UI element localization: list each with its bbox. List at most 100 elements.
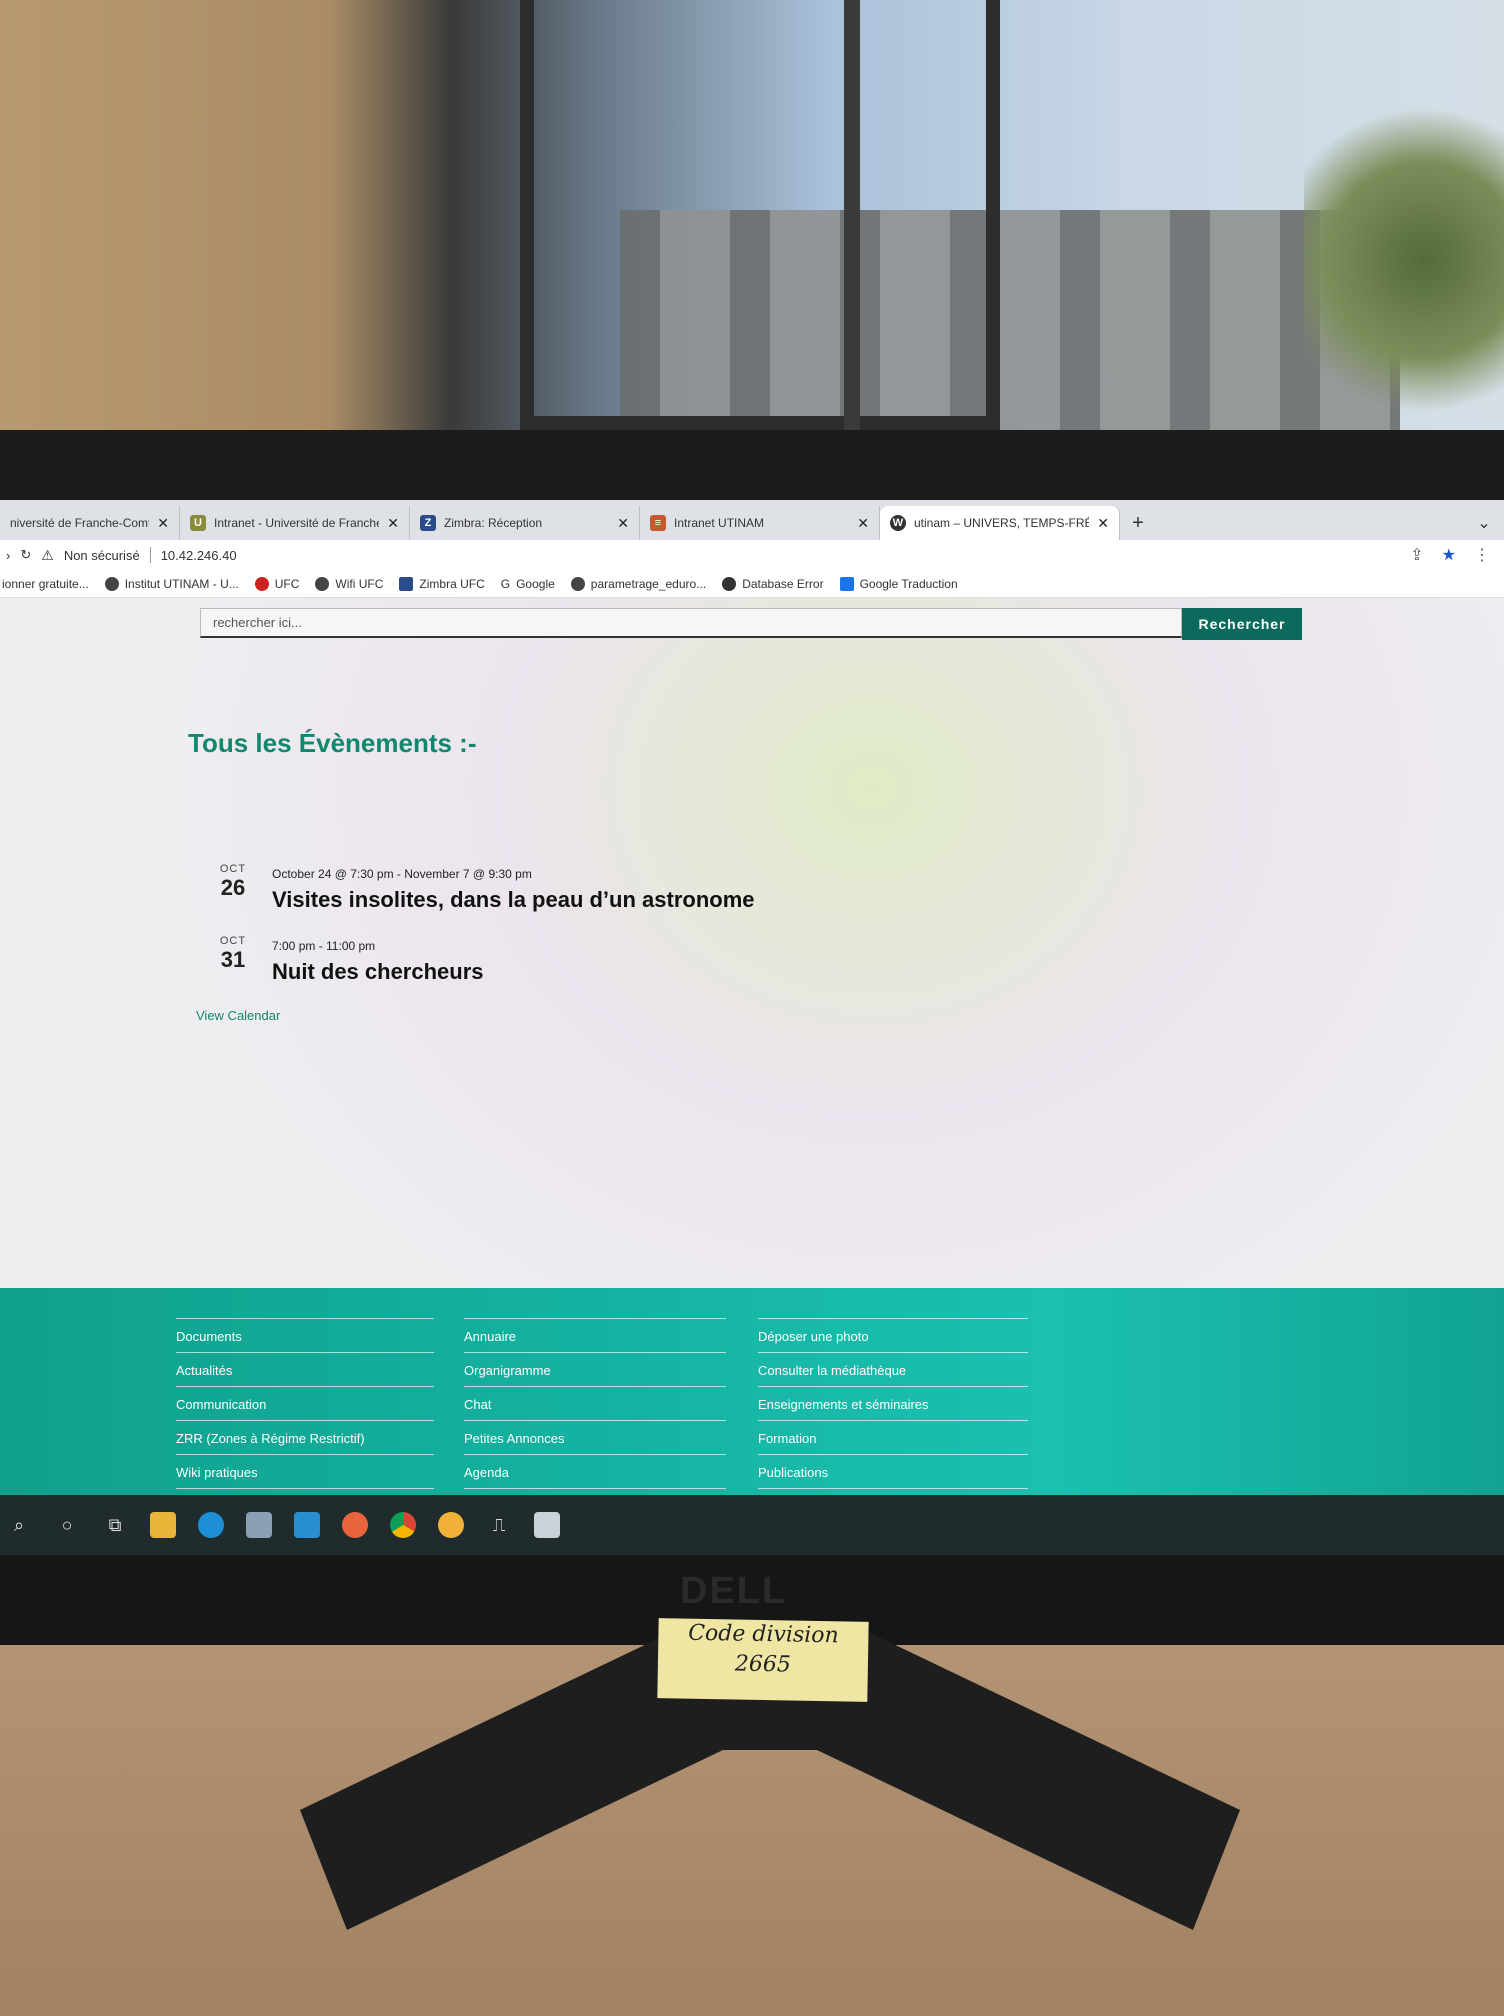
mail-icon[interactable] — [294, 1512, 320, 1538]
bookmark-item[interactable]: Zimbra UFC — [399, 576, 485, 591]
bookmarks-bar: ionner gratuite... Institut UTINAM - U..… — [0, 570, 1504, 598]
event-details: October 24 @ 7:30 pm - November 7 @ 9:30… — [272, 863, 755, 913]
url-text[interactable]: 10.42.246.40 — [161, 548, 237, 563]
sticky-note: Code division 2665 — [657, 1618, 869, 1702]
event-item[interactable]: OCT 26 October 24 @ 7:30 pm - November 7… — [216, 863, 755, 913]
z-icon — [399, 576, 414, 591]
wordpress-icon: W — [890, 515, 906, 531]
event-time: October 24 @ 7:30 pm - November 7 @ 9:30… — [272, 867, 532, 881]
event-date: OCT 31 — [216, 935, 250, 985]
bookmark-item[interactable]: UFC — [254, 576, 299, 591]
task-view-icon[interactable]: ⧉ — [102, 1512, 128, 1538]
footer-link[interactable]: Agenda — [464, 1454, 726, 1489]
close-tab-icon[interactable]: ✕ — [387, 515, 399, 532]
footer-link[interactable]: Chat — [464, 1386, 726, 1420]
reload-icon[interactable]: ↻ — [20, 547, 31, 563]
footer-link[interactable]: Annuaire — [464, 1318, 726, 1352]
u-icon: U — [190, 515, 206, 531]
event-date: OCT 26 — [216, 863, 250, 913]
firefox-icon[interactable] — [342, 1512, 368, 1538]
star-icon[interactable]: ★ — [1442, 545, 1456, 565]
event-title-link[interactable]: Nuit des chercheurs — [272, 959, 484, 985]
bookmark-item[interactable]: Google Traduction — [839, 576, 958, 591]
bookmark-label: Institut UTINAM - U... — [124, 576, 239, 591]
bookmark-item[interactable]: Database Error — [722, 576, 824, 591]
bookmark-label: Wifi UFC — [335, 576, 384, 591]
menu-icon[interactable]: ⋮ — [1474, 545, 1490, 565]
dell-logo: DELL — [680, 1570, 788, 1612]
divider — [149, 547, 151, 563]
tab-title: utinam – UNIVERS, TEMPS-FRÉQ — [914, 516, 1090, 530]
footer-column-1: Documents Actualités Communication ZRR (… — [176, 1318, 434, 1489]
web-page: Rechercher Tous les Évènements :- OCT 26… — [0, 598, 1504, 1555]
globe-icon — [570, 576, 585, 591]
notepad-icon[interactable] — [534, 1512, 560, 1538]
back-arrow-icon[interactable]: › — [6, 548, 10, 563]
footer-link[interactable]: Documents — [176, 1318, 434, 1352]
view-calendar-link[interactable]: View Calendar — [196, 1008, 280, 1023]
tab-bar: niversité de Franche-Comté | ✕ U Intrane… — [0, 500, 1504, 540]
search-button[interactable]: Rechercher — [1182, 608, 1302, 640]
search-icon[interactable]: ⌕ — [6, 1512, 32, 1538]
footer-link[interactable]: Enseignements et séminaires — [758, 1386, 1028, 1420]
close-tab-icon[interactable]: ✕ — [617, 515, 629, 532]
tab-intranet-utinam[interactable]: ≡ Intranet UTINAM ✕ — [640, 506, 880, 540]
tab-utinam-active[interactable]: W utinam – UNIVERS, TEMPS-FRÉQ ✕ — [880, 506, 1120, 540]
z-icon: Z — [420, 515, 436, 531]
event-item[interactable]: OCT 31 7:00 pm - 11:00 pm Nuit des cherc… — [216, 935, 484, 985]
close-tab-icon[interactable]: ✕ — [157, 515, 169, 532]
security-label[interactable]: Non sécurisé — [64, 548, 140, 563]
ufc-icon — [254, 576, 269, 591]
close-tab-icon[interactable]: ✕ — [1097, 515, 1109, 532]
bookmark-item[interactable]: parametrage_eduro... — [570, 576, 707, 591]
tab-zimbra[interactable]: Z Zimbra: Réception ✕ — [410, 506, 640, 540]
globe-icon — [104, 576, 119, 591]
footer-link[interactable]: Consulter la médiathèque — [758, 1352, 1028, 1386]
footer-link[interactable]: Actualités — [176, 1352, 434, 1386]
bookmark-item[interactable]: G Google — [501, 577, 555, 591]
event-month: OCT — [219, 863, 247, 875]
toolbar-actions: ⇪ ★ ⋮ — [1410, 545, 1504, 565]
bookmark-item[interactable]: Institut UTINAM - U... — [104, 576, 239, 591]
bookmark-label: Google — [516, 576, 555, 591]
network-icon[interactable]: ⎍ — [486, 1512, 512, 1538]
store-icon[interactable] — [246, 1512, 272, 1538]
tree — [1304, 80, 1504, 440]
event-title-link[interactable]: Visites insolites, dans la peau d’un ast… — [272, 887, 755, 913]
wordpress-icon — [722, 576, 737, 591]
bookmark-item[interactable]: Wifi UFC — [315, 576, 384, 591]
tab-title: Intranet - Université de Franche- — [214, 516, 380, 530]
bookmark-item[interactable]: ionner gratuite... — [2, 577, 89, 591]
chrome-canary-icon[interactable] — [438, 1512, 464, 1538]
footer-link[interactable]: Wiki pratiques — [176, 1454, 434, 1489]
footer-link[interactable]: Déposer une photo — [758, 1318, 1028, 1352]
bookmark-label: parametrage_eduro... — [590, 576, 707, 591]
footer-column-2: Annuaire Organigramme Chat Petites Annon… — [464, 1318, 726, 1489]
close-tab-icon[interactable]: ✕ — [857, 515, 869, 532]
footer-link[interactable]: Communication — [176, 1386, 434, 1420]
share-icon[interactable]: ⇪ — [1410, 545, 1423, 565]
new-tab-icon[interactable]: + — [1120, 506, 1156, 540]
chevron-down-icon[interactable]: ⌄ — [1464, 506, 1504, 540]
event-details: 7:00 pm - 11:00 pm Nuit des chercheurs — [272, 935, 484, 985]
tab-intranet[interactable]: U Intranet - Université de Franche- ✕ — [180, 506, 410, 540]
footer-link[interactable]: Publications — [758, 1454, 1028, 1489]
search-bar: Rechercher — [200, 608, 1302, 640]
translate-icon — [839, 576, 854, 591]
bookmark-label: Zimbra UFC — [419, 576, 485, 591]
footer-link[interactable]: ZRR (Zones à Régime Restrictif) — [176, 1420, 434, 1454]
footer-link[interactable]: Formation — [758, 1420, 1028, 1454]
sticky-note-line: Code division — [687, 1620, 839, 1649]
edge-icon[interactable] — [198, 1512, 224, 1538]
monitor-top-bezel — [0, 430, 1504, 510]
monitor-screen: niversité de Franche-Comté | ✕ U Intrane… — [0, 500, 1504, 1555]
file-explorer-icon[interactable] — [150, 1512, 176, 1538]
search-input[interactable] — [200, 608, 1182, 638]
tab-ufc[interactable]: niversité de Franche-Comté | ✕ — [0, 506, 180, 540]
bookmark-label: Google Traduction — [859, 576, 958, 591]
footer-link[interactable]: Organigramme — [464, 1352, 726, 1386]
footer-link[interactable]: Petites Annonces — [464, 1420, 726, 1454]
sticky-note-line: 2665 — [734, 1651, 792, 1678]
chrome-icon[interactable] — [390, 1512, 416, 1538]
cortana-icon[interactable]: ○ — [54, 1512, 80, 1538]
